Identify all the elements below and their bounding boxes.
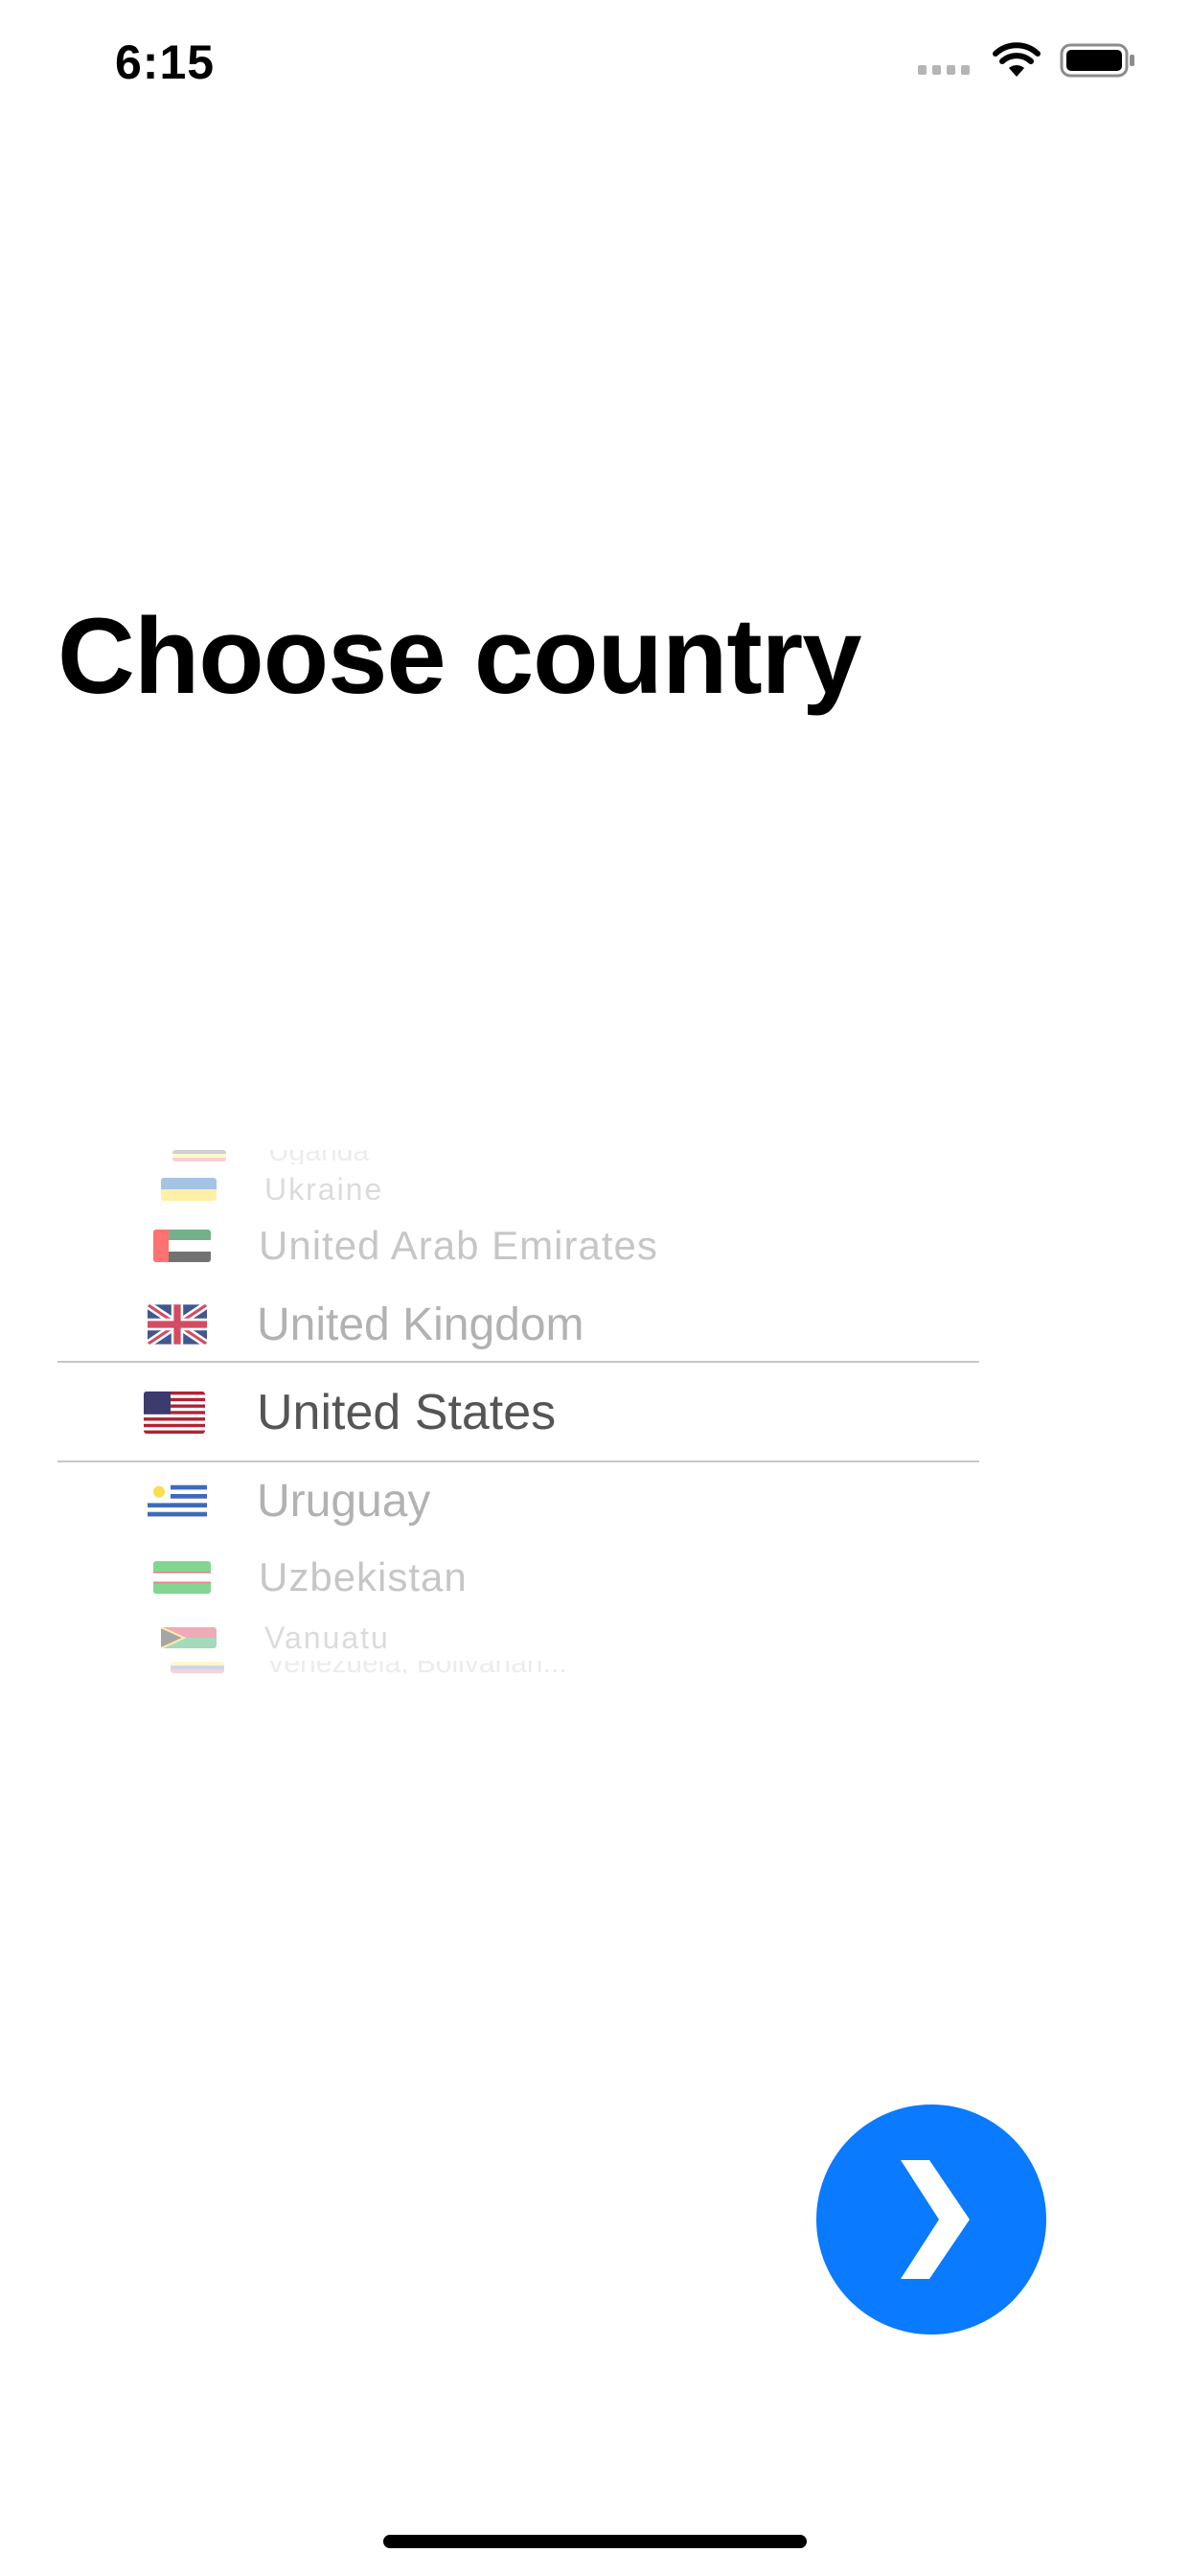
venezuela-flag-icon — [171, 1662, 224, 1673]
uganda-flag-icon — [172, 1150, 226, 1162]
ukraine-flag-icon — [161, 1178, 217, 1201]
picker-row[interactable]: Vanuatu — [57, 1620, 979, 1656]
vanuatu-flag-icon — [161, 1627, 217, 1648]
picker-row[interactable]: Ukraine — [57, 1171, 979, 1208]
uae-flag-icon — [153, 1230, 211, 1262]
uzbekistan-flag-icon — [153, 1561, 211, 1594]
next-button[interactable] — [816, 2104, 1046, 2334]
picker-row[interactable]: Uruguay — [57, 1472, 979, 1530]
home-indicator — [383, 2535, 807, 2548]
page-title: Choose country — [57, 596, 862, 716]
chevron-right-icon — [901, 2160, 970, 2279]
wifi-icon — [993, 42, 1041, 79]
picker-row[interactable]: Venezuela, Bolivarian... — [57, 1656, 979, 1677]
uruguay-flag-icon — [148, 1481, 207, 1521]
status-time: 6:15 — [115, 35, 216, 89]
cellular-signal-icon — [918, 46, 970, 75]
picker-row[interactable]: United Kingdom — [57, 1296, 979, 1353]
picker-row-selected[interactable]: United States — [57, 1378, 979, 1447]
status-bar: 6:15 — [0, 0, 1190, 134]
uk-flag-icon — [148, 1304, 207, 1345]
picker-row[interactable]: Uganda — [57, 1150, 979, 1167]
battery-icon — [1060, 42, 1136, 79]
us-flag-icon — [144, 1392, 205, 1434]
status-icons — [918, 42, 1136, 79]
picker-row[interactable]: United Arab Emirates — [57, 1221, 979, 1271]
country-picker[interactable]: Uganda Ukraine United Arab Emirates Unit… — [57, 1150, 979, 1677]
picker-row[interactable]: Uzbekistan — [57, 1552, 979, 1602]
